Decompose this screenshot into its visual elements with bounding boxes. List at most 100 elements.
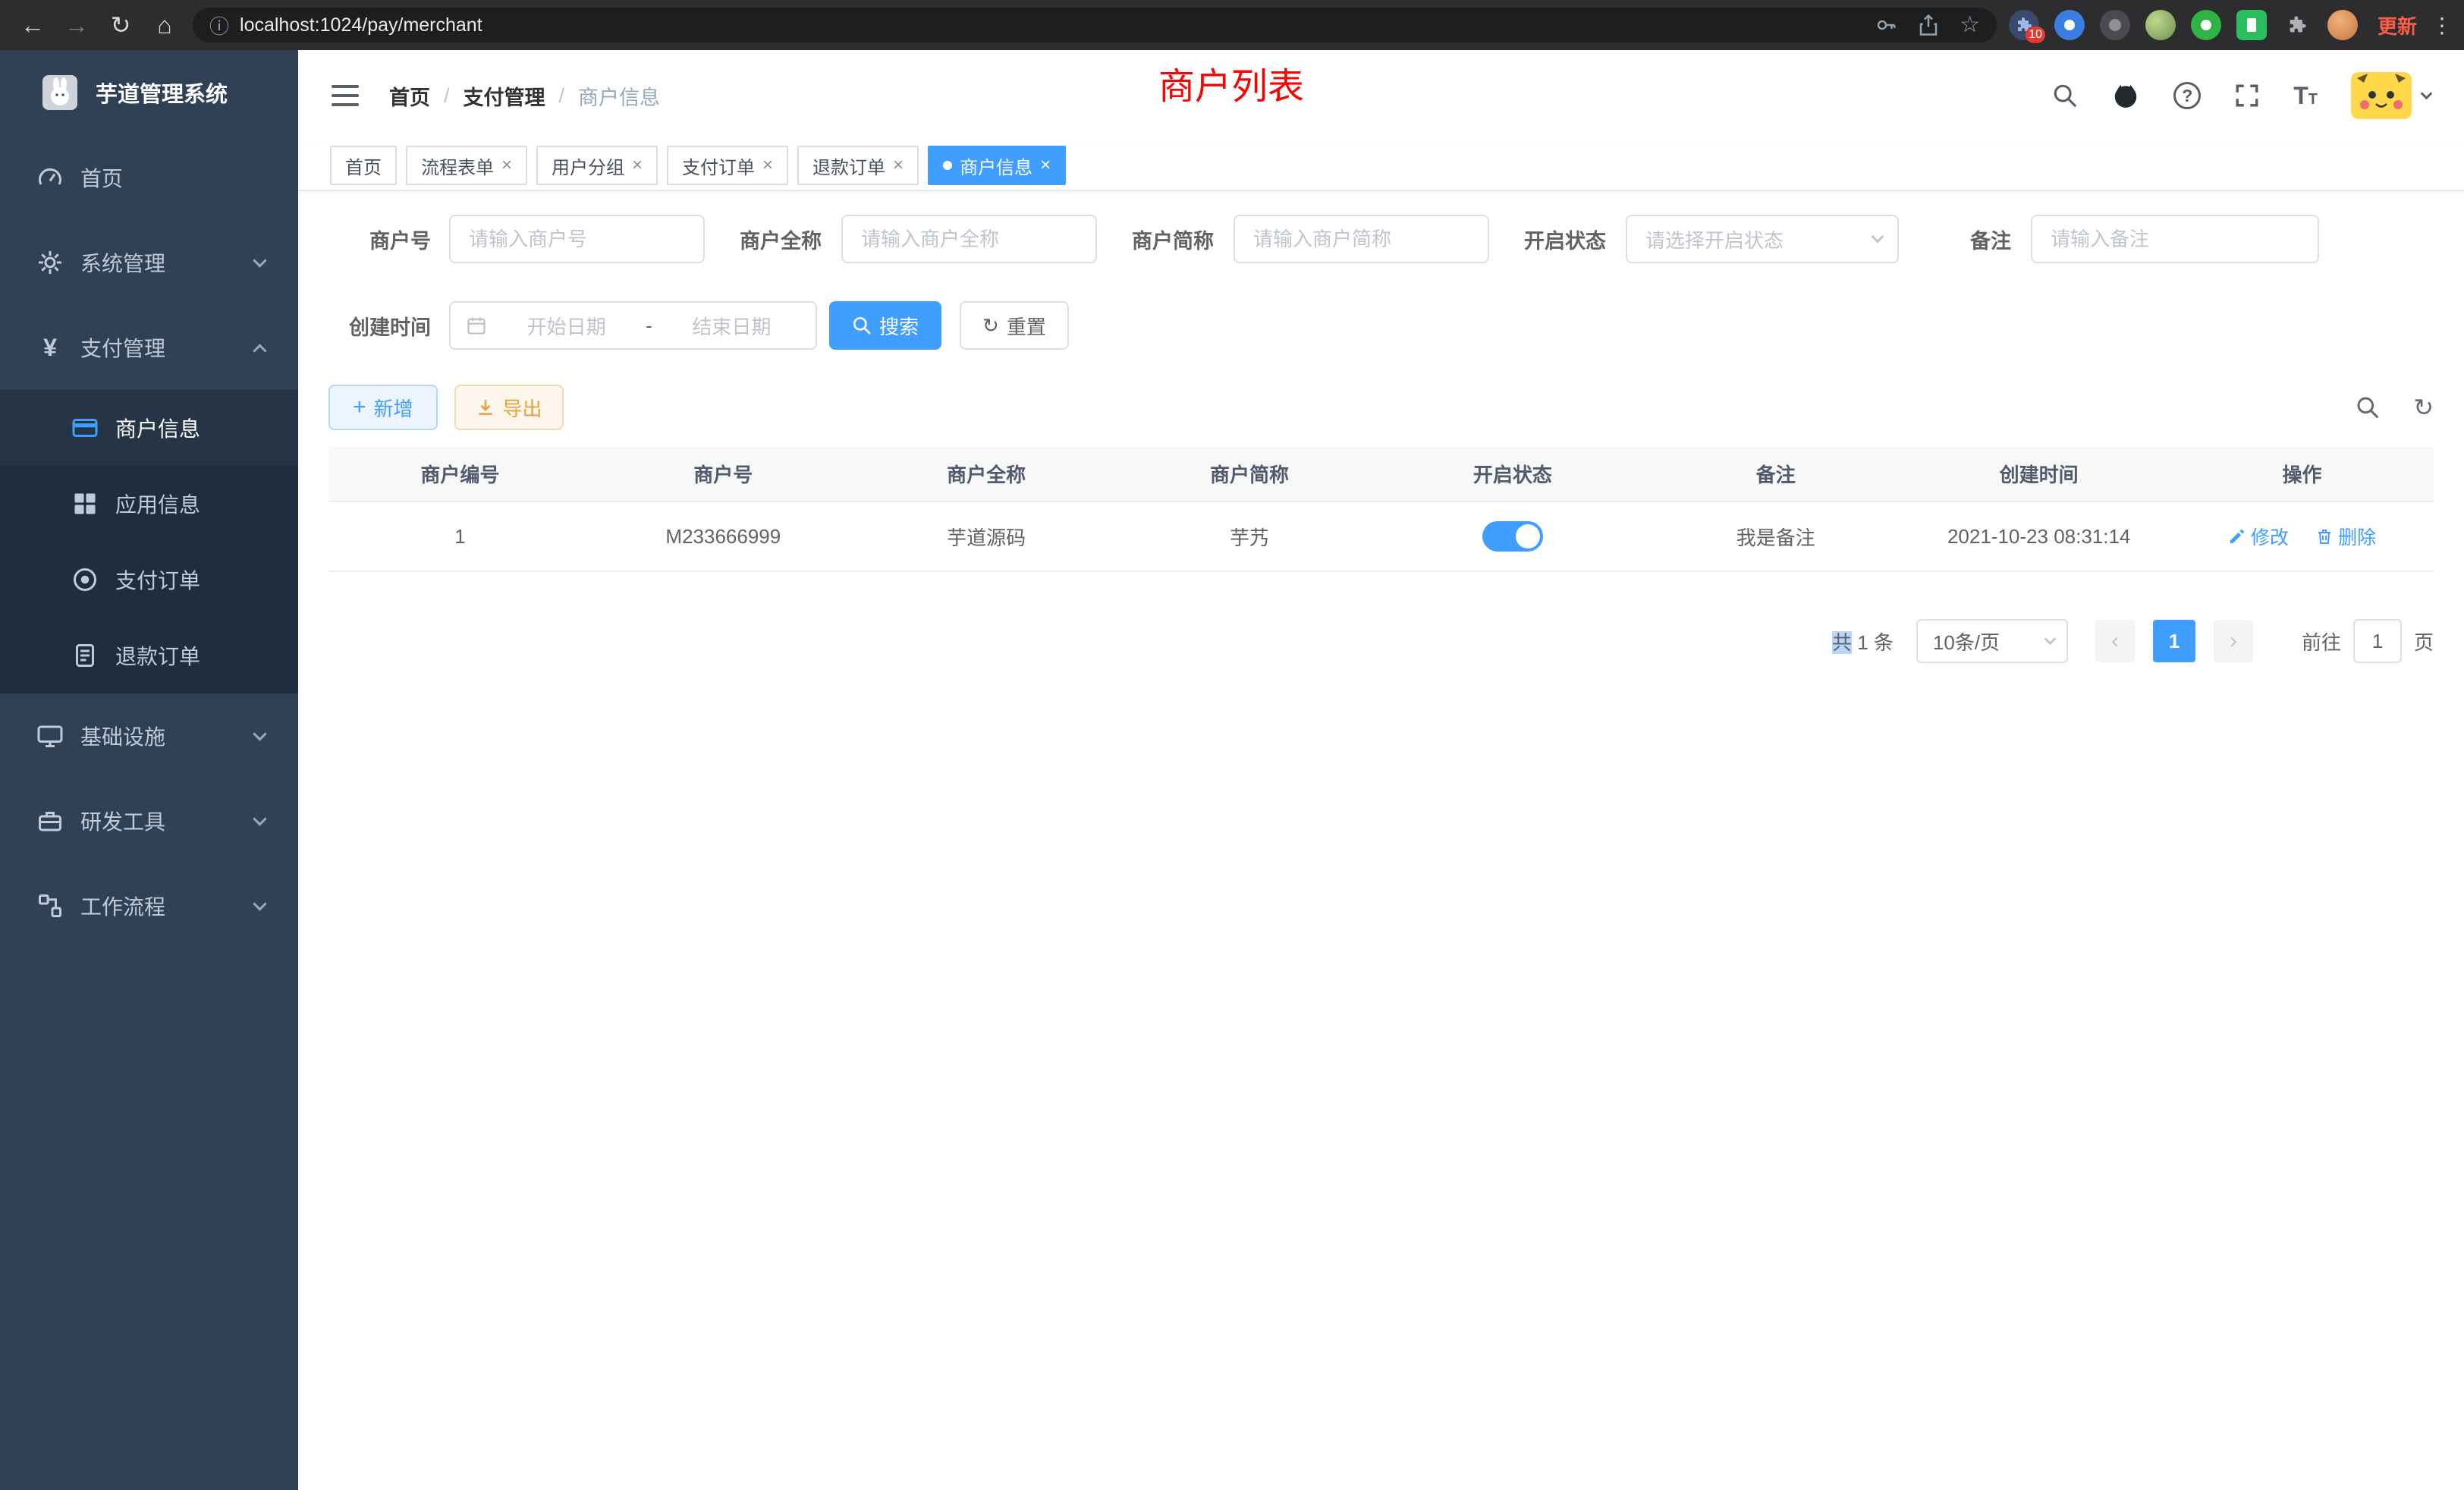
share-icon[interactable] — [1917, 14, 1940, 36]
cell-short-name: 芋艿 — [1118, 501, 1381, 571]
sidebar-item-app-info[interactable]: 应用信息 — [0, 466, 298, 542]
sidebar-item-dev-tools[interactable]: 研发工具 — [0, 778, 298, 863]
sidebar-item-label: 首页 — [80, 162, 123, 193]
full-name-input[interactable] — [841, 215, 1097, 263]
document-icon — [71, 642, 99, 669]
sidebar-logo[interactable]: 芋道管理系统 — [0, 50, 298, 135]
close-icon[interactable]: × — [893, 156, 904, 174]
date-range-picker[interactable]: 开始日期 - 结束日期 — [449, 301, 817, 350]
extensions-menu-puzzle-icon[interactable] — [2282, 10, 2312, 40]
merchant-no-input[interactable] — [449, 215, 705, 263]
chevron-down-icon — [253, 253, 266, 267]
extension-green-circle-icon[interactable] — [2191, 10, 2221, 40]
date-start[interactable]: 开始日期 — [498, 312, 635, 340]
short-name-input[interactable] — [1234, 215, 1489, 263]
add-button[interactable]: + 新增 — [328, 385, 438, 430]
status-select[interactable]: 请选择开启状态 — [1626, 215, 1899, 263]
bookmark-star-icon[interactable]: ☆ — [1960, 14, 1980, 36]
sidebar-toggle-icon[interactable] — [332, 84, 359, 107]
date-end[interactable]: 结束日期 — [663, 312, 800, 340]
extension-green-square-icon[interactable] — [2236, 10, 2267, 40]
merchant-table: 商户编号 商户号 商户全称 商户简称 开启状态 备注 创建时间 操作 1 M23… — [328, 447, 2434, 572]
sidebar-item-pay-orders[interactable]: 支付订单 — [0, 542, 298, 618]
tab-user-group[interactable]: 用户分组× — [536, 146, 658, 185]
gear-icon — [36, 249, 64, 276]
col-create-time: 创建时间 — [1907, 447, 2170, 501]
toolbox-icon — [36, 807, 64, 835]
close-icon[interactable]: × — [632, 156, 643, 174]
col-status: 开启状态 — [1381, 447, 1645, 501]
plus-icon: + — [353, 396, 366, 419]
sidebar-item-payment[interactable]: ¥ 支付管理 — [0, 305, 298, 390]
site-info-icon[interactable]: ⓘ — [209, 11, 229, 39]
prev-page-button[interactable]: ‹ — [2095, 620, 2135, 662]
url-text[interactable]: localhost:1024/pay/merchant — [240, 14, 482, 36]
filter-label: 商户全称 — [740, 225, 822, 254]
next-page-button[interactable]: › — [2214, 620, 2253, 662]
search-button[interactable]: 搜索 — [829, 301, 941, 350]
goto-label: 前往 — [2302, 627, 2341, 655]
filter-label: 商户简称 — [1132, 225, 1214, 254]
table-row: 1 M233666999 芋道源码 芋艿 我是备注 2021-10-23 08:… — [328, 501, 2434, 571]
password-key-icon[interactable] — [1875, 14, 1897, 36]
page-number-button[interactable]: 1 — [2153, 620, 2195, 662]
cell-actions: 修改 删除 — [2170, 501, 2434, 571]
col-actions: 操作 — [2170, 447, 2434, 501]
font-size-icon[interactable]: TT — [2293, 82, 2318, 110]
home-icon[interactable]: ⌂ — [143, 0, 187, 50]
sidebar-item-refund-orders[interactable]: 退款订单 — [0, 618, 298, 693]
url-bar[interactable]: ⓘ localhost:1024/pay/merchant ☆ — [193, 8, 1997, 42]
chevron-down-icon — [253, 727, 266, 740]
tab-merchant-info[interactable]: 商户信息× — [928, 146, 1066, 185]
delete-link[interactable]: 删除 — [2315, 523, 2376, 550]
sidebar-item-system[interactable]: 系统管理 — [0, 220, 298, 305]
tab-process-form[interactable]: 流程表单× — [406, 146, 527, 185]
breadcrumb-payment[interactable]: 支付管理 — [464, 81, 545, 111]
cell-merchant-no: M233666999 — [592, 501, 855, 571]
close-icon[interactable]: × — [762, 156, 773, 174]
toggle-search-icon[interactable] — [2356, 395, 2380, 420]
profile-avatar-icon[interactable] — [2327, 10, 2358, 40]
trash-icon — [2315, 527, 2334, 545]
chrome-update-button[interactable]: 更新 — [2378, 11, 2417, 39]
reload-icon[interactable]: ↻ — [99, 0, 143, 50]
col-merchant-no: 商户号 — [592, 447, 855, 501]
close-icon[interactable]: × — [501, 156, 512, 174]
sidebar-item-infrastructure[interactable]: 基础设施 — [0, 693, 298, 778]
goto-page-input[interactable] — [2353, 619, 2402, 663]
status-toggle[interactable] — [1482, 521, 1543, 552]
card-icon — [71, 414, 99, 442]
extension-pin-icon[interactable] — [2054, 10, 2085, 40]
page-size-select[interactable]: 10条/页 — [1916, 619, 2068, 663]
tab-pay-orders[interactable]: 支付订单× — [667, 146, 788, 185]
cell-merchant-id: 1 — [328, 501, 592, 571]
edit-link[interactable]: 修改 — [2228, 523, 2289, 550]
active-dot — [943, 161, 952, 170]
github-icon[interactable] — [2111, 81, 2140, 110]
extensions-cluster: 10 — [2009, 10, 2358, 40]
help-icon[interactable]: ? — [2173, 82, 2201, 109]
refresh-table-icon[interactable]: ↻ — [2413, 395, 2434, 420]
export-button[interactable]: 导出 — [454, 385, 564, 430]
forward-icon[interactable]: → — [55, 0, 99, 50]
filter-full-name: 商户全称 — [740, 215, 1097, 263]
extension-avatar-icon[interactable] — [2145, 10, 2176, 40]
user-menu[interactable] — [2351, 72, 2431, 119]
extension-puzzle-badge-icon[interactable]: 10 — [2009, 10, 2039, 40]
browser-menu-icon[interactable]: ⋮ — [2431, 13, 2453, 38]
reset-button[interactable]: ↻ 重置 — [960, 301, 1069, 350]
back-icon[interactable]: ← — [11, 0, 55, 50]
sidebar-item-workflow[interactable]: 工作流程 — [0, 863, 298, 948]
fullscreen-icon[interactable] — [2234, 83, 2260, 108]
breadcrumb-home[interactable]: 首页 — [389, 81, 430, 111]
extension-dark-icon[interactable] — [2100, 10, 2130, 40]
sidebar-item-home[interactable]: 首页 — [0, 135, 298, 220]
search-icon[interactable] — [2052, 83, 2078, 108]
sidebar-item-merchant-info[interactable]: 商户信息 — [0, 390, 298, 466]
tab-refund-orders[interactable]: 退款订单× — [797, 146, 919, 185]
close-icon[interactable]: × — [1040, 156, 1051, 174]
remark-input[interactable] — [2031, 215, 2319, 263]
extension-badge: 10 — [2026, 27, 2045, 43]
sidebar-item-label: 系统管理 — [80, 247, 165, 278]
tab-home[interactable]: 首页 — [330, 146, 397, 185]
